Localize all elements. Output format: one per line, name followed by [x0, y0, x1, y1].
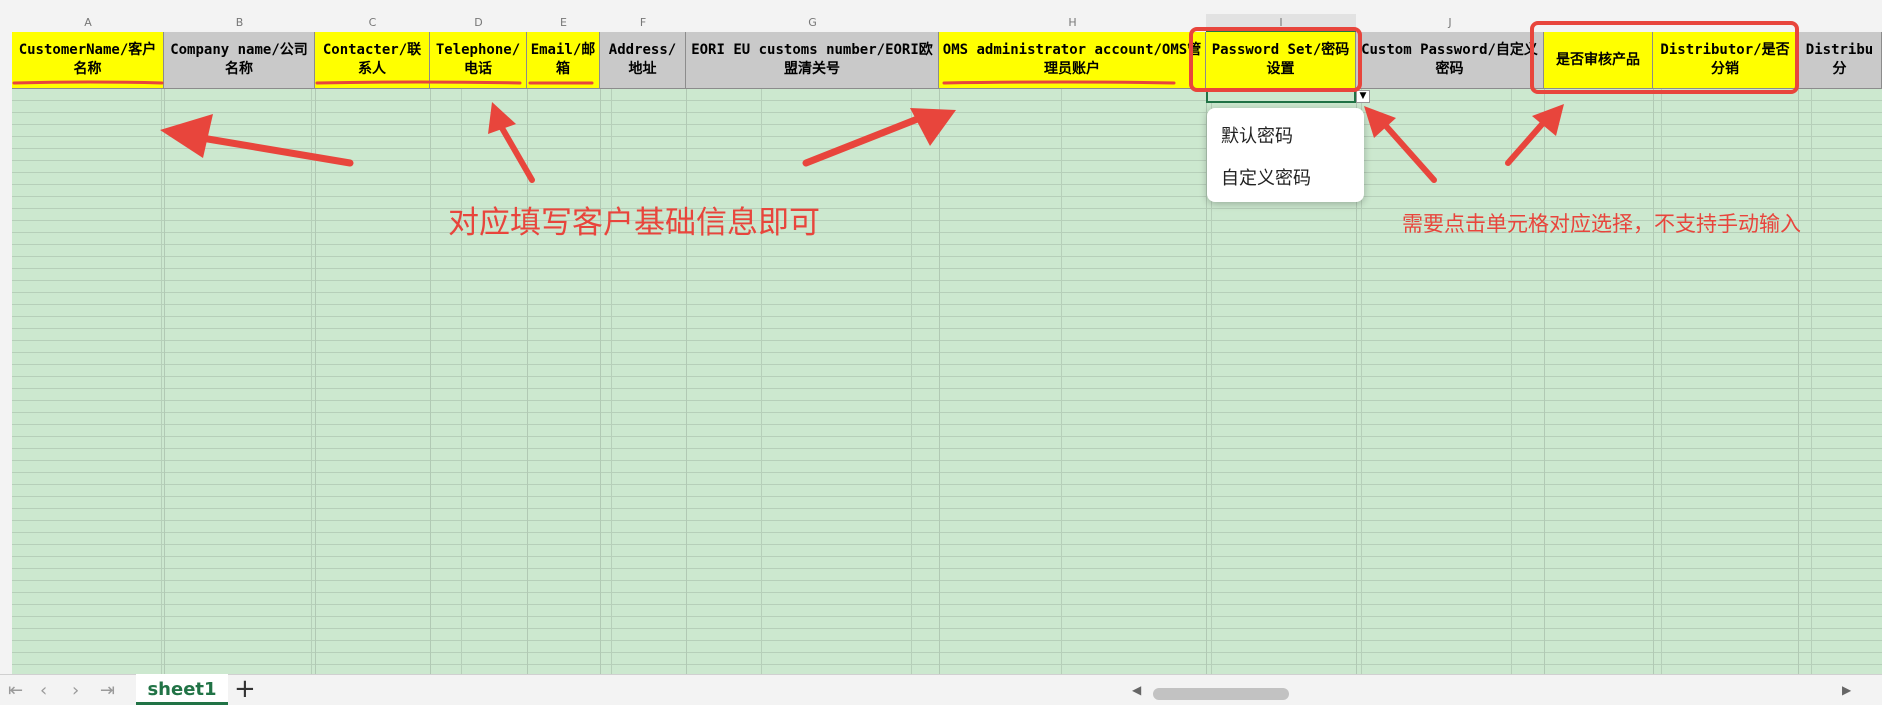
last-sheet-icon[interactable]: ⇥: [100, 680, 115, 701]
sheet-tab-sheet1[interactable]: sheet1: [136, 674, 228, 705]
prev-sheet-icon[interactable]: ‹: [40, 680, 47, 701]
annotation-select-only: 需要点击单元格对应选择，不支持手动输入: [1402, 212, 1801, 236]
next-sheet-icon[interactable]: ›: [72, 680, 79, 701]
add-sheet-icon[interactable]: +: [234, 676, 256, 702]
annotation-overlay: [12, 21, 1799, 183]
annotation-fill-basic-info: 对应填写客户基础信息即可: [448, 205, 820, 241]
first-sheet-icon[interactable]: ⇤: [8, 680, 23, 701]
scroll-right-icon[interactable]: ▶: [1842, 683, 1851, 697]
scroll-left-icon[interactable]: ◀: [1132, 683, 1141, 697]
horizontal-scroll-thumb[interactable]: [1153, 688, 1289, 700]
